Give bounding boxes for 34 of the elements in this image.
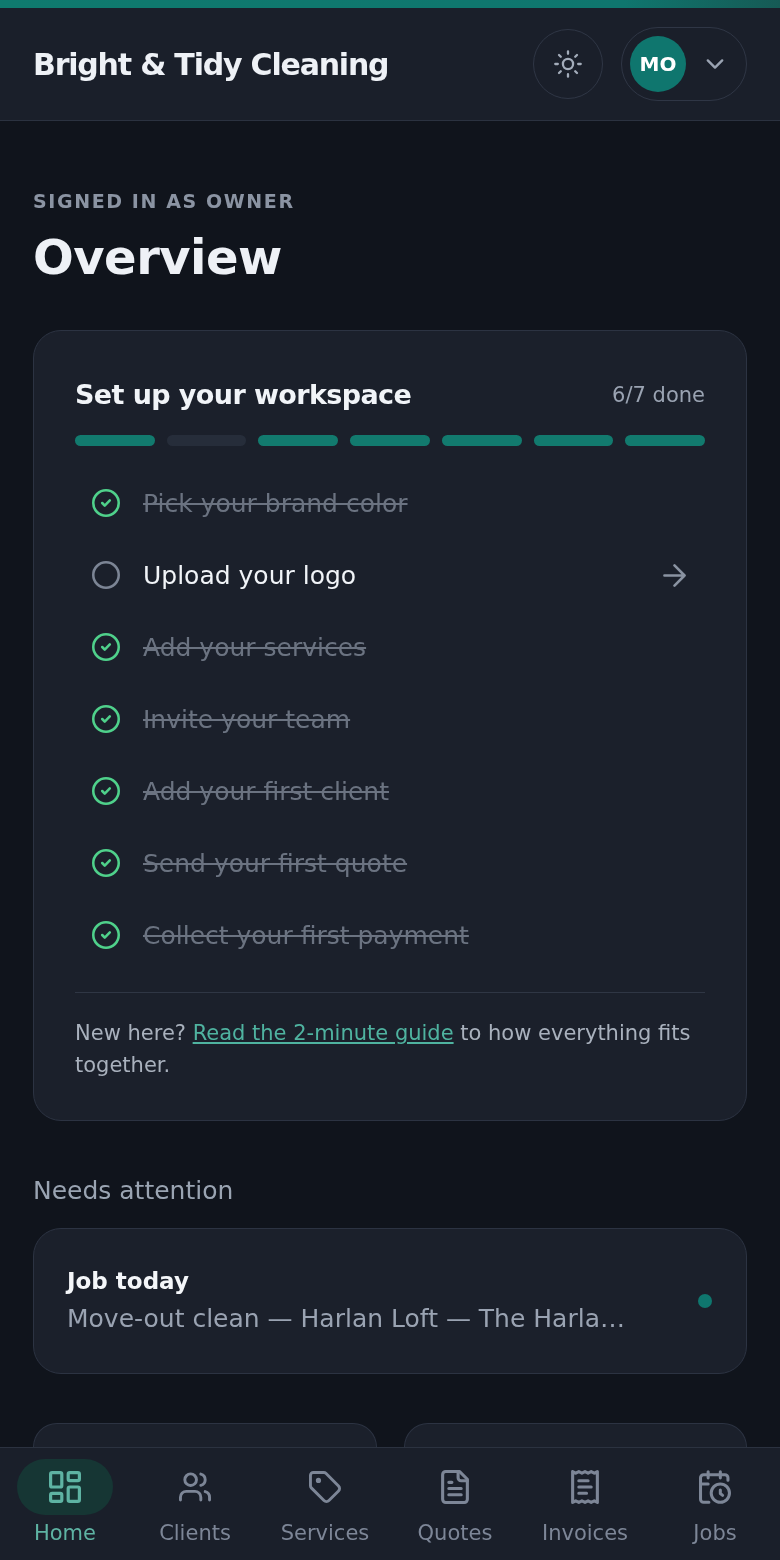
- checklist-item[interactable]: Invite your team: [75, 683, 705, 755]
- checklist-item[interactable]: Collect your first payment: [75, 899, 705, 971]
- nav-tab[interactable]: Home: [0, 1448, 130, 1560]
- setup-title: Set up your workspace: [75, 378, 412, 412]
- chevron-down-icon: [706, 58, 724, 70]
- checklist-item[interactable]: Add your services: [75, 611, 705, 683]
- calendar-clock-icon: [699, 1470, 731, 1504]
- tag-icon: [309, 1470, 341, 1504]
- avatar: MO: [630, 36, 686, 92]
- section-heading: Needs attention: [33, 1175, 234, 1207]
- checklist-item[interactable]: Add your first client: [75, 755, 705, 827]
- nav-tab[interactable]: Clients: [130, 1448, 260, 1560]
- progress-count: 6/7 done: [612, 382, 705, 409]
- guide-note: New here? Read the 2-minute guide to how everything fits together.: [75, 1020, 692, 1079]
- nav-tab[interactable]: Invoices: [520, 1448, 650, 1560]
- attention-card[interactable]: Job today Move-out clean — Harlan Loft — The Harla…: [33, 1228, 747, 1374]
- dashboard-icon: [49, 1470, 81, 1504]
- nav-tab[interactable]: Jobs: [650, 1448, 780, 1560]
- nav-tab[interactable]: Services: [260, 1448, 390, 1560]
- attention-detail: Move-out clean — Harlan Loft — The Harla…: [67, 1303, 625, 1335]
- nav-tab[interactable]: Quotes: [390, 1448, 520, 1560]
- role-label: SIGNED IN AS OWNER: [33, 189, 295, 213]
- checklist-item[interactable]: Send your first quote: [75, 827, 705, 899]
- checklist-item[interactable]: Upload your logo: [75, 539, 705, 611]
- document-icon: [439, 1470, 471, 1504]
- users-icon: [179, 1470, 211, 1504]
- attention-title: Job today: [67, 1267, 189, 1296]
- guide-link[interactable]: Read the 2-minute guide: [192, 1021, 454, 1045]
- arrow-right-icon: [663, 563, 686, 587]
- page-title: Overview: [33, 228, 282, 287]
- checklist-item[interactable]: Pick your brand color: [75, 467, 705, 539]
- business-name: Bright & Tidy Cleaning: [33, 46, 389, 82]
- sun-icon: [554, 50, 582, 78]
- receipt-icon: [569, 1470, 601, 1504]
